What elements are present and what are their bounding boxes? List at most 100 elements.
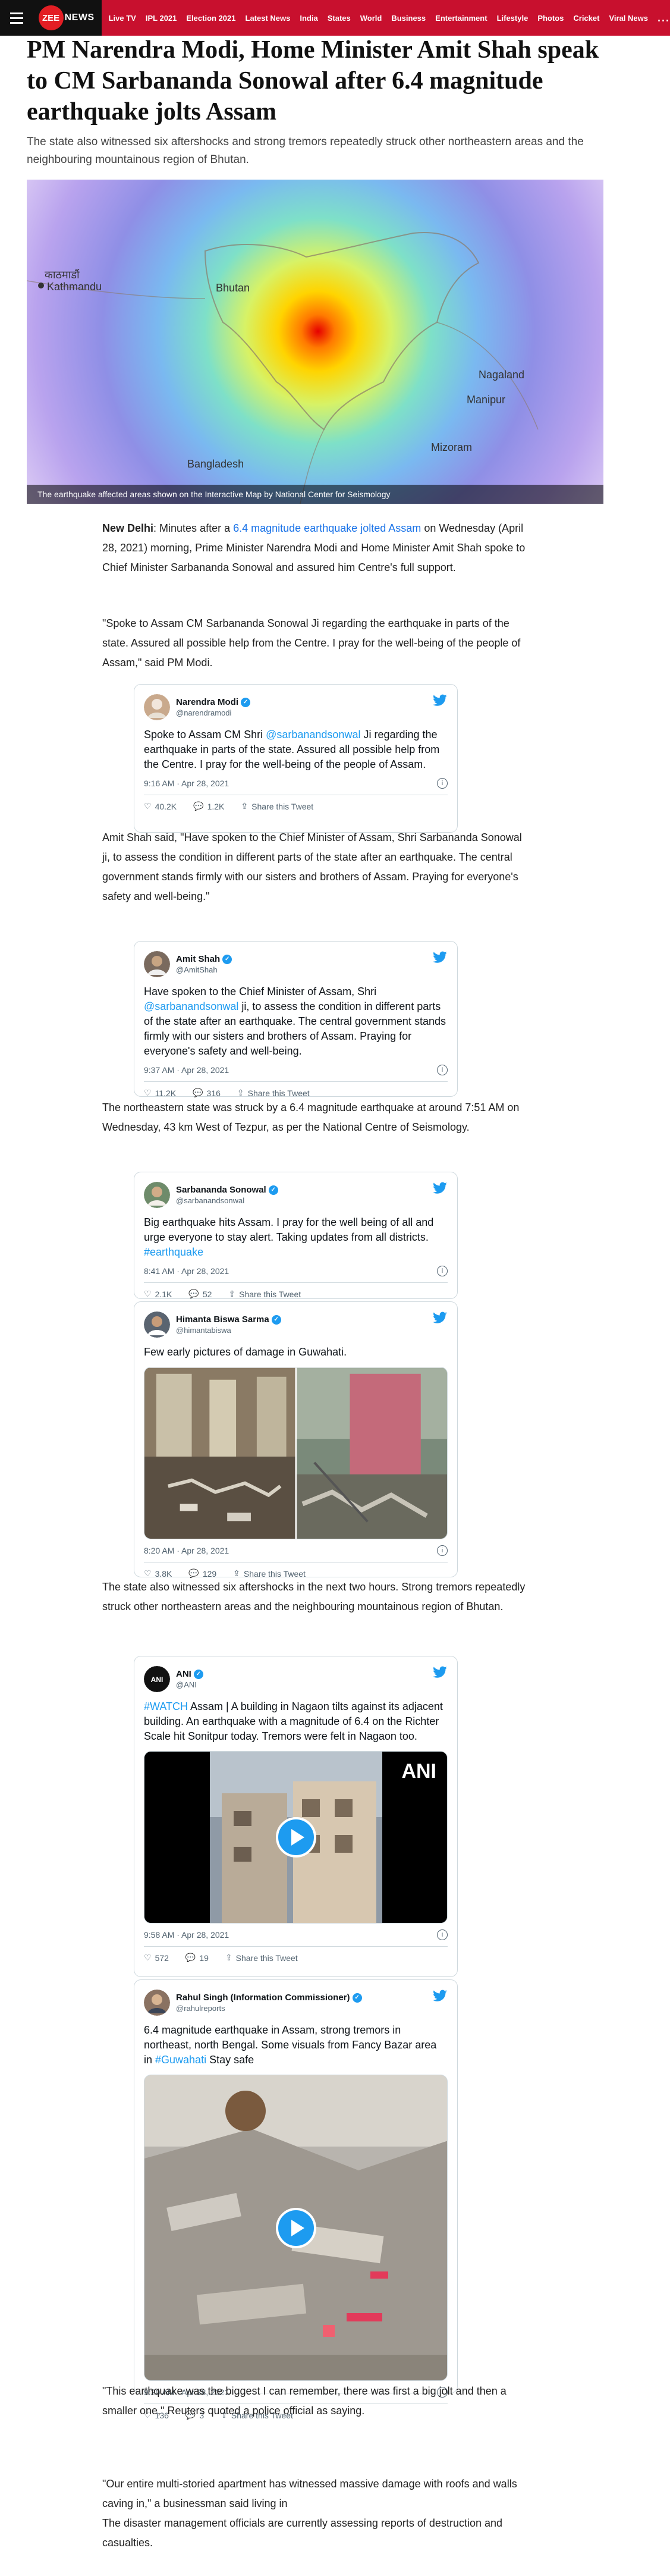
avatar[interactable]: ANI — [144, 1666, 170, 1692]
damage-photo-2[interactable] — [296, 1367, 448, 1539]
share-icon: ⇪ — [241, 801, 249, 811]
like-button[interactable]: ♡ 572 — [144, 1953, 169, 1963]
tweet-mention-link[interactable]: @sarbanandsonwal — [144, 1000, 238, 1012]
tweet-author-handle[interactable]: @ANI — [176, 1680, 203, 1689]
twitter-bird-icon[interactable] — [432, 1181, 448, 1196]
tweet-timestamp[interactable]: 9:58 AM · Apr 28, 2021 — [144, 1930, 229, 1940]
tweet-author-name[interactable]: ANI — [176, 1669, 191, 1679]
tweet-ani[interactable]: ANI ANI ✓ @ANI #WATCH Assam | A building … — [134, 1656, 458, 1977]
ani-watermark: ANI — [401, 1760, 436, 1783]
nav-item-india[interactable]: India — [300, 14, 317, 23]
image-caption: The earthquake affected areas shown on t… — [27, 485, 603, 504]
like-button[interactable]: ♡ 11.2K — [144, 1088, 176, 1098]
nav-item-entertainment[interactable]: Entertainment — [435, 14, 487, 23]
twitter-bird-icon[interactable] — [432, 1988, 448, 2004]
avatar[interactable] — [144, 694, 170, 720]
nav-item-ipl[interactable]: IPL 2021 — [146, 14, 177, 23]
tweet-author-name[interactable]: Himanta Biswa Sarma — [176, 1314, 269, 1325]
nav-more-icon[interactable]: ... — [658, 12, 670, 24]
nav-item-business[interactable]: Business — [391, 14, 426, 23]
share-icon: ⇪ — [225, 1953, 232, 1962]
share-icon: ⇪ — [237, 1088, 244, 1097]
reply-button[interactable]: 💬 316 — [193, 1088, 221, 1098]
twitter-bird-icon[interactable] — [432, 950, 448, 965]
info-icon[interactable]: i — [437, 1266, 448, 1276]
like-button[interactable]: ♡ 40.2K — [144, 801, 177, 811]
like-count: 572 — [155, 1953, 169, 1963]
twitter-bird-icon[interactable] — [432, 1310, 448, 1326]
nav-item-states[interactable]: States — [328, 14, 351, 23]
earthquake-link[interactable]: 6.4 magnitude earthquake jolted Assam — [233, 522, 421, 534]
heart-icon: ♡ — [144, 1953, 152, 1962]
tweet-author-handle[interactable]: @AmitShah — [176, 965, 232, 974]
site-logo[interactable]: ZEE NEWS — [33, 0, 102, 36]
share-button[interactable]: ⇪ Share this Tweet — [241, 801, 313, 811]
map-label-bangladesh: Bangladesh — [187, 458, 244, 470]
tweet-author-handle[interactable]: @himantabiswa — [176, 1326, 281, 1335]
like-button[interactable]: ♡ 2.1K — [144, 1289, 172, 1299]
tweet-author-name[interactable]: Sarbananda Sonowal — [176, 1185, 266, 1195]
info-icon[interactable]: i — [437, 778, 448, 789]
tweet-author-name[interactable]: Amit Shah — [176, 954, 220, 964]
tweet-video[interactable] — [144, 2075, 448, 2381]
nav-item-photos[interactable]: Photos — [537, 14, 564, 23]
twitter-bird-icon[interactable] — [432, 1665, 448, 1680]
tweet-author-name[interactable]: Rahul Singh (Information Commissioner) — [176, 1993, 350, 2003]
nav-item-cricket[interactable]: Cricket — [573, 14, 599, 23]
share-label: Share this Tweet — [247, 1088, 310, 1098]
article-subhead: The state also witnessed six aftershocks… — [27, 136, 584, 166]
share-button[interactable]: ⇪ Share this Tweet — [225, 1953, 298, 1963]
tweet-author-handle[interactable]: @rahulreports — [176, 2004, 362, 2013]
play-button-icon[interactable] — [275, 1817, 316, 1858]
heart-icon: ♡ — [144, 1088, 152, 1097]
avatar[interactable] — [144, 1311, 170, 1338]
tweet-amit-shah[interactable]: Amit Shah ✓ @AmitShah Have spoken to the … — [134, 941, 458, 1098]
hashtag-link[interactable]: #earthquake — [144, 1246, 203, 1258]
nav-item-lifestyle[interactable]: Lifestyle — [497, 14, 529, 23]
share-label: Share this Tweet — [251, 801, 314, 811]
reply-button[interactable]: 💬 52 — [188, 1289, 212, 1299]
tweet-mention-link[interactable]: @sarbanandsonwal — [266, 729, 360, 741]
article-paragraph-2: "Spoke to Assam CM Sarbananda Sonowal Ji… — [102, 617, 521, 669]
hashtag-link[interactable]: #Guwahati — [155, 2054, 206, 2066]
tweet-photo-grid[interactable] — [144, 1367, 448, 1539]
twitter-bird-icon[interactable] — [432, 693, 448, 708]
tweet-himanta[interactable]: Himanta Biswa Sarma ✓ @himantabiswa Few e… — [134, 1301, 458, 1579]
tweet-text: #WATCH Assam | A building in Nagaon tilt… — [144, 1700, 443, 1742]
damage-photo-1[interactable] — [144, 1367, 295, 1539]
tweet-author-handle[interactable]: @narendramodi — [176, 708, 250, 717]
tweet-timestamp[interactable]: 9:16 AM · Apr 28, 2021 — [144, 779, 229, 788]
tweet-timestamp[interactable]: 9:37 AM · Apr 28, 2021 — [144, 1065, 229, 1075]
tweet-sonowal[interactable]: Sarbananda Sonowal ✓ @sarbanandsonwal Big… — [134, 1172, 458, 1299]
info-icon[interactable]: i — [437, 1065, 448, 1075]
info-icon[interactable]: i — [437, 1545, 448, 1556]
nav-item-latest-news[interactable]: Latest News — [246, 14, 291, 23]
tweet-video[interactable]: ANI — [144, 1751, 448, 1924]
play-button-icon[interactable] — [275, 2207, 316, 2248]
hashtag-link[interactable]: #WATCH — [144, 1700, 188, 1712]
info-icon[interactable]: i — [437, 1929, 448, 1940]
tweet-author-handle[interactable]: @sarbanandsonwal — [176, 1196, 278, 1205]
verified-badge-icon: ✓ — [268, 1185, 278, 1195]
reply-icon: 💬 — [185, 1953, 196, 1962]
nav-item-viral-news[interactable]: Viral News — [609, 14, 648, 23]
nav-item-election[interactable]: Election 2021 — [186, 14, 235, 23]
share-button[interactable]: ⇪ Share this Tweet — [237, 1088, 310, 1098]
tweet-text: 6.4 magnitude earthquake in Assam, stron… — [144, 2024, 437, 2066]
tweet-timestamp[interactable]: 8:20 AM · Apr 28, 2021 — [144, 1546, 229, 1555]
tweet-timestamp[interactable]: 8:41 AM · Apr 28, 2021 — [144, 1266, 229, 1276]
reply-button[interactable]: 💬 19 — [185, 1953, 209, 1963]
avatar[interactable] — [144, 951, 170, 977]
like-count: 2.1K — [155, 1289, 172, 1299]
menu-icon[interactable] — [0, 0, 34, 36]
tweet-author-name[interactable]: Narendra Modi — [176, 697, 238, 707]
nav-item-world[interactable]: World — [360, 14, 382, 23]
tweet-rahul-singh[interactable]: Rahul Singh (Information Commissioner) ✓ … — [134, 1979, 458, 2420]
tweet-modi[interactable]: Narendra Modi ✓ @narendramodi Spoke to As… — [134, 684, 458, 833]
nav-item-live-tv[interactable]: Live TV — [109, 14, 136, 23]
share-label: Share this Tweet — [235, 1953, 298, 1963]
share-button[interactable]: ⇪ Share this Tweet — [228, 1289, 301, 1299]
avatar[interactable] — [144, 1182, 170, 1208]
avatar[interactable] — [144, 1990, 170, 2016]
reply-button[interactable]: 💬 1.2K — [193, 801, 224, 811]
